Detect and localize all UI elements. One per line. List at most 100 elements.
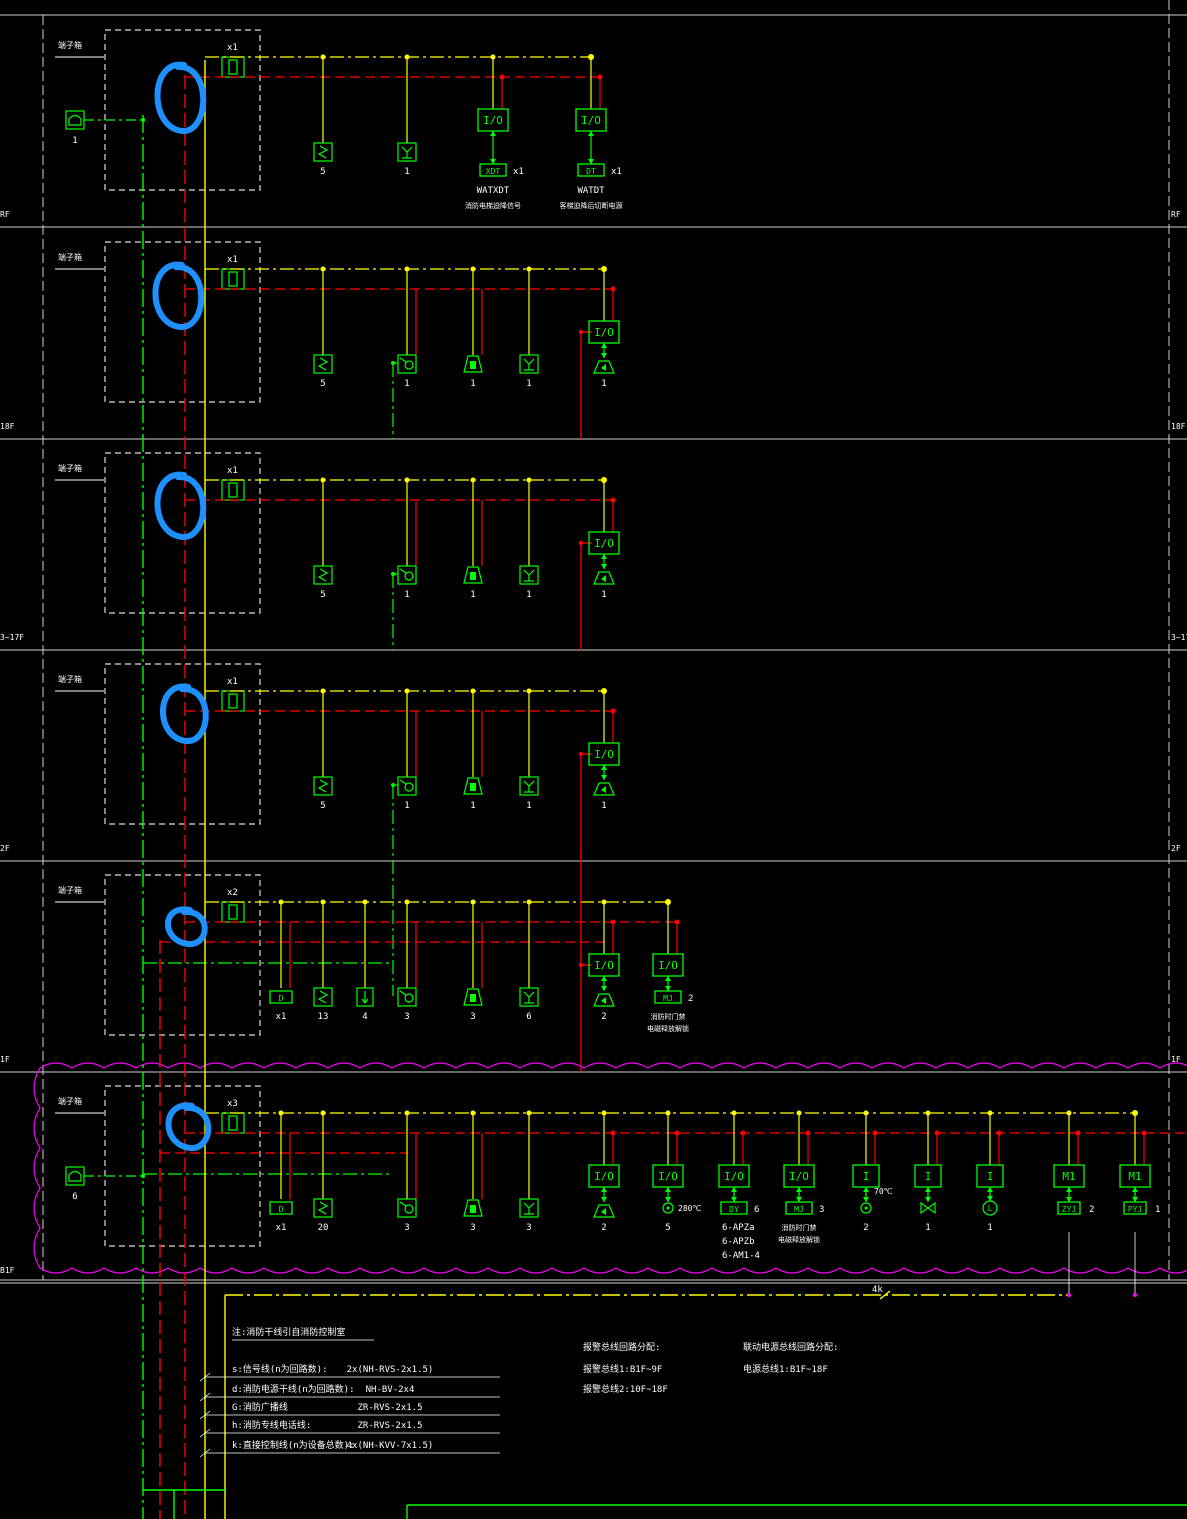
io-module-label: I/O [658, 959, 678, 972]
terminal-box-label: 端子箱 [58, 1096, 82, 1106]
io-module-label: I [987, 1170, 994, 1183]
terminal-box-label: 端子箱 [58, 885, 82, 895]
legend-code: s:信号线(n为回路数): [232, 1363, 328, 1375]
display-mark: D [279, 994, 284, 1003]
device-count: 1 [404, 590, 409, 600]
input-temp: 70℃ [874, 1187, 893, 1196]
legend-spec: 2x(NH-RVS-2x1.5) [347, 1365, 434, 1375]
bus-label: x2 [227, 888, 238, 898]
floor-label: 1F [0, 1055, 10, 1064]
device-desc-2: 电磁释放解锁 [647, 1024, 689, 1033]
legend-spec: ZR-RVS-2x1.5 [357, 1403, 422, 1413]
io-module-label: I/O [581, 114, 601, 127]
device-count: 1 [526, 801, 531, 811]
device-count: 1 [404, 801, 409, 811]
device-count: 3 [470, 1012, 475, 1022]
device-count: 1 [470, 590, 475, 600]
device-count: 1 [404, 379, 409, 389]
flow-label: L [988, 1204, 993, 1213]
display-mark: D [279, 1205, 284, 1214]
device-count: x1 [276, 1223, 287, 1233]
device-count: 20 [318, 1223, 329, 1233]
device-count: 3 [526, 1223, 531, 1233]
io-module-label: I/O [594, 1170, 614, 1183]
io-module-label: I/O [483, 114, 503, 127]
floor-label-right: 18F [1171, 422, 1186, 431]
fire-alarm-system-diagram: RF RF端子箱 x115 1I/OXDT x1WATXDT消防电梯迫降信号I/ODT x… [0, 0, 1187, 1519]
device-count: 1 [404, 167, 409, 177]
sub-module-count: 6 [754, 1205, 759, 1215]
device-count: 5 [320, 379, 325, 389]
device-line-2: 6-AM1-4 [722, 1251, 760, 1261]
device-count: 3 [404, 1223, 409, 1233]
loop-note-1: 报警总线1:B1F~9F [583, 1363, 662, 1375]
device-count: 1 [470, 379, 475, 389]
device-count: 1 [601, 801, 606, 811]
device-desc: 消防时门禁 [782, 1223, 817, 1232]
sub-module-label: DT [586, 167, 596, 176]
sub-module-count: 3 [819, 1205, 824, 1215]
io-module-label: I [925, 1170, 932, 1183]
device-count: 1 [601, 379, 606, 389]
io-module-label: I/O [594, 537, 614, 550]
device-desc-2: 电磁释放解锁 [778, 1235, 820, 1244]
alarm-loop-notes: 报警总线回路分配: 报警总线1:B1F~9F 报警总线2:10F~18F [583, 1341, 668, 1395]
sub-module-label: MJ [663, 994, 673, 1003]
device-count: 13 [318, 1012, 329, 1022]
sub-module-label: PYJ [1128, 1205, 1142, 1214]
floor-label: 18F [0, 422, 15, 431]
legend-spec: 4x(NH-KVV-7x1.5) [347, 1441, 434, 1451]
sub-module-count: x1 [611, 167, 622, 177]
sub-module-count: x1 [513, 167, 524, 177]
sub-module-label: MJ [794, 1205, 804, 1214]
device-count: 1 [526, 379, 531, 389]
loop-note-title: 报警总线回路分配: [583, 1341, 660, 1353]
device-count: 1 [526, 590, 531, 600]
floor-label-right: 2F [1171, 844, 1181, 853]
bus-label: x3 [227, 1099, 238, 1109]
io-module-label: M1 [1062, 1170, 1075, 1183]
io-module-label: I/O [658, 1170, 678, 1183]
floor-label: 2F [0, 844, 10, 853]
cable-4k-label: 4k [872, 1285, 883, 1295]
device-line-0: 6-APZa [722, 1223, 755, 1233]
io-module-label: M1 [1128, 1170, 1141, 1183]
device-name: WATXDT [477, 186, 510, 196]
legend-code: k:直接控制线(n为设备总数): [232, 1439, 355, 1451]
io-module-label: I/O [594, 959, 614, 972]
sub-module-count: 1 [1155, 1205, 1160, 1215]
io-module-label: I [863, 1170, 870, 1183]
legend-spec: NH-BV-2x4 [366, 1385, 415, 1395]
sub-module-label: DY [729, 1205, 739, 1214]
device-count: 5 [320, 167, 325, 177]
terminal-box-label: 端子箱 [58, 40, 82, 50]
device-count: 1 [601, 590, 606, 600]
device-count: 2 [863, 1223, 868, 1233]
device-count: 5 [320, 590, 325, 600]
bus-label: x1 [227, 677, 238, 687]
device-count: 5 [320, 801, 325, 811]
device-count: 1 [925, 1223, 930, 1233]
legend-code: h:消防专线电话线: [232, 1419, 311, 1431]
io-module-label: I/O [594, 326, 614, 339]
sub-module-count: 2 [1089, 1205, 1094, 1215]
device-count: 1 [987, 1223, 992, 1233]
power-note-1: 电源总线1:B1F~18F [743, 1363, 828, 1375]
floor-label: RF [0, 210, 10, 219]
valve-temp: 280℃ [678, 1204, 701, 1213]
floor-label-right: RF [1171, 210, 1181, 219]
legend-spec: ZR-RVS-2x1.5 [357, 1421, 422, 1431]
device-desc: 客梯迫降后切断电源 [560, 201, 623, 210]
device-count: 2 [601, 1012, 606, 1022]
bus-label: x1 [227, 255, 238, 265]
device-count: 4 [362, 1012, 367, 1022]
power-note-title: 联动电源总线回路分配: [743, 1341, 838, 1353]
left-device-count: 1 [72, 136, 77, 146]
floor-label: 3~17F [0, 633, 24, 642]
device-desc: 消防时门禁 [651, 1012, 686, 1021]
sub-module-count: 2 [688, 994, 693, 1004]
io-module-label: I/O [724, 1170, 744, 1183]
device-count: 3 [470, 1223, 475, 1233]
device-line-1: 6-APZb [722, 1237, 755, 1247]
device-count: 6 [526, 1012, 531, 1022]
